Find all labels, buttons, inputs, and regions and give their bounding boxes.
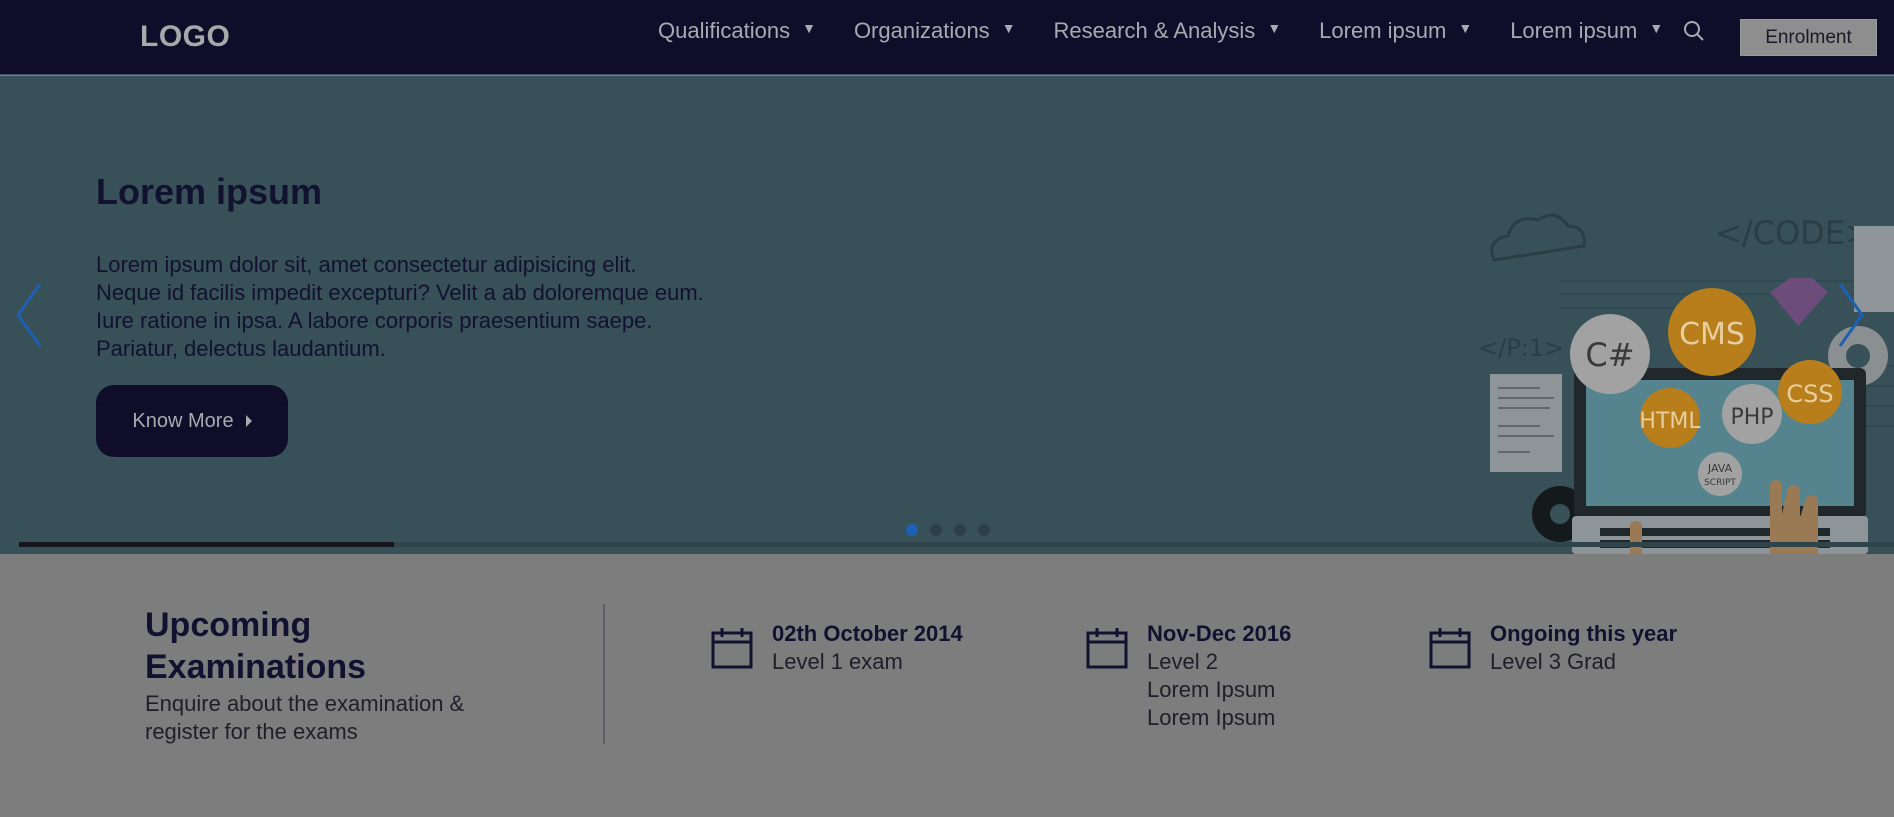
carousel-dot[interactable] [954,524,966,536]
hero-body-line: Pariatur, delectus laudantium. [96,336,386,361]
nav-item-research-analysis[interactable]: Research & Analysis ▼ [1054,18,1282,44]
exam-item[interactable]: Ongoing this year Level 3 Grad [1428,620,1677,676]
svg-text:HTML: HTML [1639,409,1701,434]
hero-body-line: Lorem ipsum dolor sit, amet consectetur … [96,252,637,277]
exam-detail: Level 2 [1147,649,1218,674]
nav-item-lorem-ipsum-2[interactable]: Lorem ipsum ▼ [1510,18,1663,44]
enrolment-button[interactable]: Enrolment [1740,19,1877,56]
upcoming-examinations-section: Upcoming Examinations Enquire about the … [0,554,1894,817]
nav-item-lorem-ipsum-1[interactable]: Lorem ipsum ▼ [1319,18,1472,44]
web-development-illustration: </CODE> </P:1> C# CMS CSS HTML PHP JAVA … [1478,213,1894,554]
nav-item-label: Qualifications [658,18,791,43]
carousel-dot[interactable] [978,524,990,536]
caret-down-icon: ▼ [1001,20,1016,36]
search-icon[interactable] [1683,20,1705,42]
exams-title: Upcoming Examinations [145,604,366,688]
nav-menu: Qualifications ▼ Organizations ▼ Researc… [658,0,1701,62]
nav-item-label: Organizations [853,18,990,43]
hero-carousel: Lorem ipsum Lorem ipsum dolor sit, amet … [0,76,1894,554]
nav-item-label: Research & Analysis [1053,18,1256,43]
svg-text:SCRIPT: SCRIPT [1704,478,1736,488]
carousel-prev-arrow[interactable] [14,280,42,350]
hero-body-line: Neque id facilis impedit excepturi? Veli… [96,280,704,305]
know-more-label: Know More [132,409,234,432]
logo[interactable]: LOGO [140,20,230,54]
code-tag-label: </CODE> [1715,214,1872,252]
nav-item-organizations[interactable]: Organizations ▼ [854,18,1016,44]
carousel-dot[interactable] [930,524,942,536]
exams-subtitle-line: register for the exams [145,719,358,744]
exam-detail: Lorem Ipsum [1147,677,1276,702]
caret-right-icon [245,415,252,427]
nav-item-label: Lorem ipsum [1319,18,1447,43]
caret-down-icon: ▼ [1458,20,1473,36]
exams-title-line: Upcoming [145,606,312,644]
carousel-indicators [906,524,1002,536]
cloud-icon [1490,213,1586,262]
svg-text:JAVA: JAVA [1707,462,1733,475]
exams-subtitle: Enquire about the examination & register… [145,690,464,746]
exam-date: 02th October 2014 [772,621,963,646]
exam-date: Nov-Dec 2016 [1147,621,1292,646]
hero-body: Lorem ipsum dolor sit, amet consectetur … [96,251,816,363]
calendar-icon [711,628,753,669]
caret-down-icon: ▼ [802,20,816,36]
carousel-progress-bar [19,542,394,547]
diamond-icon [1770,278,1828,326]
top-navbar: LOGO Qualifications ▼ Organizations ▼ Re… [0,0,1894,75]
svg-text:CSS: CSS [1786,380,1833,408]
svg-text:CMS: CMS [1679,317,1745,352]
exam-item[interactable]: Nov-Dec 2016 Level 2 Lorem Ipsum Lorem I… [1085,620,1291,732]
exams-subtitle-line: Enquire about the examination & [145,691,465,716]
know-more-button[interactable]: Know More [96,385,288,457]
nav-item-qualifications[interactable]: Qualifications ▼ [658,18,816,44]
caret-down-icon: ▼ [1649,20,1664,36]
exam-item[interactable]: 02th October 2014 Level 1 exam [710,620,963,676]
svg-text:C#: C# [1585,336,1634,374]
section-divider [603,604,605,744]
exam-detail: Lorem Ipsum [1147,705,1276,730]
hero-body-line: Iure ratione in ipsa. A labore corporis … [96,308,653,333]
exam-date: Ongoing this year [1490,621,1678,646]
exams-title-line: Examinations [145,648,367,686]
carousel-next-arrow[interactable] [1838,280,1866,350]
p-tag-label: </P:1> [1478,334,1564,362]
svg-text:PHP: PHP [1730,405,1773,430]
exam-detail: Level 3 Grad [1490,649,1616,674]
hero-title: Lorem ipsum [96,171,323,212]
calendar-icon [1429,628,1471,669]
nav-item-label: Lorem ipsum [1510,18,1638,43]
exam-detail: Level 1 exam [772,649,903,674]
caret-down-icon: ▼ [1267,20,1282,36]
carousel-dot[interactable] [906,524,918,536]
calendar-icon [1086,628,1128,669]
